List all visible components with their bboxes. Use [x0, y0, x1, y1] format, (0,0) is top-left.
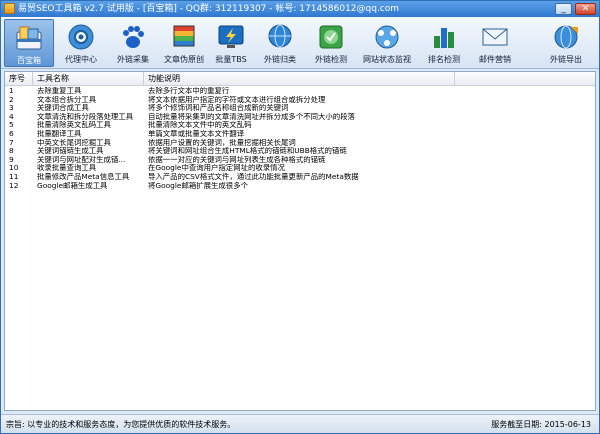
row-index: 7	[9, 138, 14, 147]
toolbar-item-article-rewrite[interactable]: 文章伪原创	[159, 19, 209, 67]
envelope-icon	[482, 28, 508, 46]
toolbar-item-link-classify[interactable]: 外链归类	[255, 19, 305, 67]
toolbar-item-rank-check[interactable]: 排名检测	[419, 19, 469, 67]
row-description: 去除多行文本中的重复行	[148, 87, 230, 95]
status-bar: 宗旨: 以专业的技术和服务态度，为您提供优质的软件技术服务。 服务截至日期: 2…	[1, 414, 599, 433]
app-window: 易贸SEO工具箱 v2.7 试用版 - [百宝箱] - QQ群: 3121193…	[0, 0, 600, 434]
row-index: 12	[9, 181, 19, 190]
toolbar-item-proxy-center[interactable]: 代理中心	[56, 19, 106, 67]
table-row[interactable]: 8 关键词锚链生成工具 将关键词和网址组合生成HTML格式的锚链和UBB格式的锚链	[5, 147, 595, 156]
row-index: 11	[9, 172, 19, 181]
row-tool-name: 中英文长尾词挖掘工具	[37, 138, 111, 147]
row-description: 将关键词和网址组合生成HTML格式的锚链和UBB格式的锚链	[148, 147, 347, 156]
toolbar-item-label: 外链检测	[315, 55, 347, 64]
table-row[interactable]: 2 文本组合拆分工具 将文本依据用户指定的字符或文本进行组合或拆分处理	[5, 96, 595, 105]
row-tool-name: 关键词合成工具	[37, 104, 89, 113]
close-button[interactable]: ✕	[575, 3, 596, 15]
toolbar-item-label: 批量TBS	[215, 55, 247, 64]
map-check-icon	[319, 25, 343, 49]
toolbar-item-label: 外链归类	[264, 55, 296, 64]
row-tool-name: 批量清除英文乱码工具	[37, 121, 111, 130]
toolbar-item-label: 外链采集	[117, 55, 149, 64]
column-header-tool-name[interactable]: 工具名称	[33, 72, 144, 86]
row-index: 2	[9, 95, 14, 104]
table-row[interactable]: 1 去除重复工具 去除多行文本中的重复行	[5, 87, 595, 96]
main-toolbar: 百宝箱 代理中心 外链采集 文章伪原创 批量TBS 外链归类 外链检测 网站状态…	[1, 17, 599, 69]
table-header: 序号 工具名称 功能说明	[5, 72, 595, 86]
row-tool-name: 关键词与网址配对生成锚...	[37, 155, 126, 164]
row-index: 10	[9, 164, 19, 173]
row-description: 在Google中查询用户指定网址的收录情况	[148, 164, 285, 173]
table-row[interactable]: 9 关键词与网址配对生成锚... 依据一一对应的关键词与网址列表生成各种格式的锚链	[5, 156, 595, 165]
status-service-expiry: 服务截至日期: 2015-06-13	[491, 420, 591, 429]
globe-sort-icon	[268, 24, 292, 48]
lightning-monitor-icon	[218, 25, 244, 48]
toolbar-item-label: 百宝箱	[17, 56, 41, 65]
tools-table: 序号 工具名称 功能说明 1 去除重复工具 去除多行文本中的重复行 2 文本组合拆分工具…	[4, 71, 596, 411]
row-description: 导入产品的CSV格式文件，通过此功能批量更新产品的Meta数据	[148, 172, 359, 181]
window-title: 易贸SEO工具箱 v2.7 试用版 - [百宝箱] - QQ群: 3121193…	[18, 4, 400, 14]
bar-chart-icon	[434, 28, 454, 48]
row-tool-name: 文本组合拆分工具	[37, 95, 97, 104]
toolbar-item-link-collect[interactable]: 外链采集	[108, 19, 158, 67]
column-header-description[interactable]: 功能说明	[144, 72, 455, 86]
row-description: 将Google邮箱扩展生成很多个	[148, 181, 248, 190]
row-description: 单篇文章或批量文本文件翻译	[148, 129, 245, 138]
row-description: 批量清除文本文件中的英文乱码	[148, 121, 252, 130]
toolbar-item-link-export[interactable]: 外链导出	[541, 19, 591, 67]
table-row[interactable]: 10 收录批量查询工具 在Google中查询用户指定网址的收录情况	[5, 164, 595, 173]
status-motto: 宗旨: 以专业的技术和服务态度，为您提供优质的软件技术服务。	[6, 420, 236, 429]
toolbar-item-site-monitor[interactable]: 网站状态监视	[355, 19, 419, 67]
row-tool-name: 文章清洗和拆分段落处理工具	[37, 112, 134, 121]
baidu-paw-icon	[123, 26, 144, 48]
table-body: 1 去除重复工具 去除多行文本中的重复行 2 文本组合拆分工具 将文本依据用户指定的字符或…	[5, 87, 595, 190]
row-index: 4	[9, 112, 14, 121]
toolbar-item-link-check[interactable]: 外链检测	[306, 19, 356, 67]
row-tool-name: 去除重复工具	[37, 87, 82, 95]
toolbar-item-label: 代理中心	[65, 55, 97, 64]
book-stack-icon	[173, 25, 195, 47]
globe-gear-icon	[68, 24, 94, 50]
column-header-empty[interactable]	[455, 72, 595, 86]
toolbox-icon	[16, 26, 42, 50]
app-icon	[4, 3, 15, 14]
row-index: 6	[9, 129, 14, 138]
row-index: 5	[9, 121, 14, 130]
export-globe-icon	[554, 25, 578, 49]
table-row[interactable]: 4 文章清洗和拆分段落处理工具 自动批量将采集到的文章清洗网址并拆分成多个不同大小的…	[5, 113, 595, 122]
row-index: 1	[9, 87, 14, 95]
table-row[interactable]: 7 中英文长尾词挖掘工具 依据用户设置的关键词，批量挖掘相关长尾词	[5, 139, 595, 148]
row-tool-name: 关键词锚链生成工具	[37, 147, 104, 156]
row-index: 8	[9, 147, 14, 156]
row-index: 9	[9, 155, 14, 164]
network-monitor-icon	[375, 25, 399, 49]
row-tool-name: 收录批量查询工具	[37, 164, 97, 173]
row-description: 自动批量将采集到的文章清洗网址并拆分成多个不同大小的段落	[148, 112, 355, 121]
table-row[interactable]: 11 批量修改产品Meta信息工具 导入产品的CSV格式文件，通过此功能批量更新产品…	[5, 173, 595, 182]
toolbar-item-label: 排名检测	[428, 55, 460, 64]
toolbar-item-email-marketing[interactable]: 邮件营销	[470, 19, 520, 67]
row-index: 3	[9, 104, 14, 113]
row-tool-name: 批量翻译工具	[37, 129, 82, 138]
toolbar-item-label: 网站状态监视	[363, 55, 411, 64]
table-row[interactable]: 5 批量清除英文乱码工具 批量清除文本文件中的英文乱码	[5, 121, 595, 130]
table-row[interactable]: 3 关键词合成工具 将多个修饰词和产品名称组合成新的关键词	[5, 104, 595, 113]
toolbar-item-label: 文章伪原创	[164, 55, 204, 64]
row-description: 将文本依据用户指定的字符或文本进行组合或拆分处理	[148, 95, 326, 104]
row-description: 依据用户设置的关键词，批量挖掘相关长尾词	[148, 138, 296, 147]
row-tool-name: Google邮箱生成工具	[37, 181, 108, 190]
row-description: 将多个修饰词和产品名称组合成新的关键词	[148, 104, 289, 113]
minimize-button[interactable]: _	[555, 3, 572, 15]
column-header-index[interactable]: 序号	[5, 72, 33, 86]
table-row[interactable]: 6 批量翻译工具 单篇文章或批量文本文件翻译	[5, 130, 595, 139]
toolbar-item-toolbox[interactable]: 百宝箱	[4, 19, 54, 67]
toolbar-item-batch-tbs[interactable]: 批量TBS	[206, 19, 256, 67]
row-description: 依据一一对应的关键词与网址列表生成各种格式的锚链	[148, 155, 326, 164]
table-row[interactable]: 12 Google邮箱生成工具 将Google邮箱扩展生成很多个	[5, 182, 595, 191]
title-bar[interactable]: 易贸SEO工具箱 v2.7 试用版 - [百宝箱] - QQ群: 3121193…	[1, 1, 599, 17]
toolbar-item-label: 外链导出	[550, 55, 582, 64]
toolbar-item-label: 邮件营销	[479, 55, 511, 64]
row-tool-name: 批量修改产品Meta信息工具	[37, 172, 130, 181]
